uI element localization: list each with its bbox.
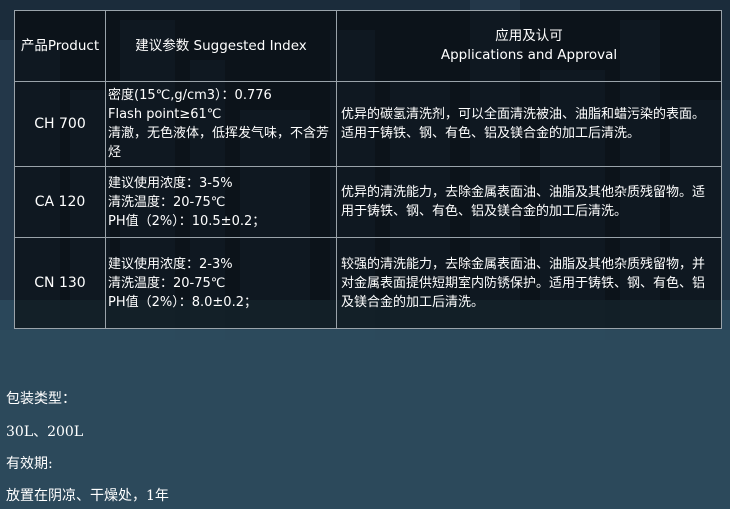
shelf-life-label: 有效期:	[6, 456, 53, 472]
header-product: 产品Product	[14, 10, 106, 82]
header-applications: 应用及认可 Applications and Approval	[336, 10, 722, 82]
param-line: 建议使用浓度：3-5%	[108, 175, 233, 191]
header-applications-cn: 应用及认可	[495, 28, 563, 44]
product-params: 建议使用浓度：3-5% 清洗温度：20-75℃ PH值（2%）：10.5±0.2…	[105, 166, 337, 238]
param-line: 密度(15℃,g/cm3）：0.776	[108, 88, 272, 103]
param-line: Flash point≥61℃	[108, 107, 222, 122]
product-table: 产品Product 建议参数 Suggested Index 应用及认可 App…	[14, 10, 722, 329]
table-row: CN 130 建议使用浓度：2-3% 清洗温度：20-75℃ PH值（2%）：8…	[14, 237, 722, 329]
product-description: 优异的碳氢清洗剂，可以全面清洗被油、油脂和蜡污染的表面。适用于铸铁、钢、有色、铝…	[336, 81, 722, 167]
product-description: 优异的清洗能力，去除金属表面油、油脂及其他杂质残留物。适用于铸铁、钢、有色、铝及…	[336, 166, 722, 238]
param-line: 清洗温度：20-75℃	[108, 275, 226, 291]
header-applications-en: Applications and Approval	[440, 47, 618, 63]
product-params: 密度(15℃,g/cm3）：0.776 Flash point≥61℃ 清澈，无…	[105, 81, 337, 167]
product-table-container: 产品Product 建议参数 Suggested Index 应用及认可 App…	[14, 10, 722, 329]
product-description: 较强的清洗能力，去除金属表面油、油脂及其他杂质残留物，并对金属表面提供短期室内防…	[336, 237, 722, 329]
packaging-value: 30L、200L	[6, 424, 84, 440]
packaging-label: 包装类型：	[6, 391, 76, 407]
header-suggested-index: 建议参数 Suggested Index	[105, 10, 337, 82]
param-line: PH值（2%）：8.0±0.2；	[108, 294, 257, 310]
shelf-life-value: 放置在阴凉、干燥处，1年	[6, 488, 169, 504]
product-name: CN 130	[14, 237, 106, 329]
param-line: PH值（2%）：10.5±0.2；	[108, 213, 266, 229]
table-row: CH 700 密度(15℃,g/cm3）：0.776 Flash point≥6…	[14, 81, 722, 167]
table-header-row: 产品Product 建议参数 Suggested Index 应用及认可 App…	[14, 10, 722, 82]
param-line: 清澈，无色液体，低挥发气味，不含芳烃	[108, 126, 330, 160]
table-row: CA 120 建议使用浓度：3-5% 清洗温度：20-75℃ PH值（2%）：1…	[14, 166, 722, 238]
param-line: 清洗温度：20-75℃	[108, 194, 226, 210]
product-params: 建议使用浓度：2-3% 清洗温度：20-75℃ PH值（2%）：8.0±0.2；	[105, 237, 337, 329]
product-name: CA 120	[14, 166, 106, 238]
param-line: 建议使用浓度：2-3%	[108, 256, 233, 272]
product-name: CH 700	[14, 81, 106, 167]
